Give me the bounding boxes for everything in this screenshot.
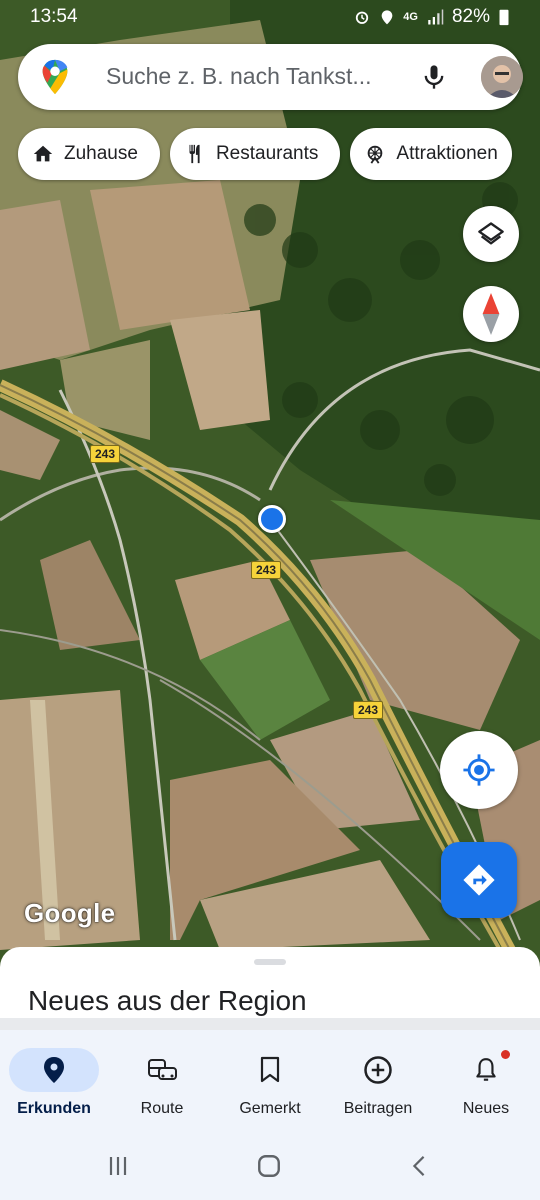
search-placeholder[interactable]: Suche z. B. nach Tankst... [106, 63, 372, 90]
avatar-photo [481, 56, 523, 98]
notification-badge [501, 1050, 510, 1059]
nav-updates-indicator [441, 1048, 531, 1092]
nav-updates-label: Neues [462, 1100, 510, 1117]
account-avatar[interactable] [481, 56, 523, 98]
nav-contribute-label: Beitragen [343, 1100, 413, 1117]
nav-route-label: Route [140, 1100, 184, 1117]
network-type: 4G [403, 11, 418, 23]
road-shield-243: 243 [353, 701, 384, 719]
nav-contribute[interactable]: Beitragen [324, 1048, 432, 1118]
nav-explore-indicator [9, 1048, 99, 1092]
search-bar[interactable]: Suche z. B. nach Tankst... [18, 44, 523, 110]
status-time: 13:54 [30, 6, 78, 27]
commute-icon [148, 1059, 177, 1080]
google-watermark: Google [24, 898, 116, 928]
nav-route[interactable]: Route [108, 1048, 216, 1118]
directions-icon [463, 864, 495, 896]
chip-home[interactable]: Zuhause [18, 128, 160, 180]
chip-restaurants[interactable]: Restaurants [169, 128, 341, 180]
nav-explore[interactable]: Erkunden [0, 1048, 108, 1118]
layers-button[interactable] [463, 206, 519, 262]
attraction-icon [368, 145, 383, 164]
nav-route-indicator [117, 1048, 207, 1092]
restaurant-icon [189, 144, 200, 164]
system-navigation-bar [0, 1130, 540, 1200]
sheet-drag-handle[interactable] [254, 959, 286, 965]
chip-restaurants-label: Restaurants [215, 143, 319, 164]
current-location-dot [258, 505, 286, 533]
road-shield-243: 243 [90, 445, 121, 463]
nav-explore-label: Erkunden [17, 1100, 91, 1117]
battery-icon [499, 9, 509, 26]
chip-home-label: Zuhause [64, 143, 138, 164]
nav-saved[interactable]: Gemerkt [216, 1048, 324, 1118]
layers-icon [478, 222, 504, 245]
my-location-button[interactable] [440, 731, 518, 809]
home-icon [33, 145, 53, 162]
status-icons: 4G 82% [353, 6, 510, 28]
signal-icon [428, 9, 444, 25]
nav-saved-indicator [225, 1048, 315, 1092]
chip-attractions-label: Attraktionen [396, 143, 498, 164]
directions-button[interactable] [441, 842, 517, 918]
battery-percent: 82% [451, 6, 490, 27]
google-maps-logo-icon [42, 59, 68, 95]
home-button-icon[interactable] [256, 1153, 282, 1179]
nav-saved-label: Gemerkt [239, 1100, 301, 1117]
nav-updates[interactable]: Neues [432, 1048, 540, 1118]
microphone-icon[interactable] [420, 62, 448, 92]
category-chips: Zuhause Restaurants Attraktionen [18, 128, 512, 180]
recent-apps-icon[interactable] [106, 1154, 130, 1178]
status-bar: 13:54 4G 82% [0, 0, 540, 36]
location-icon [381, 10, 393, 25]
road-shield-243: 243 [251, 561, 282, 579]
chip-attractions[interactable]: Attraktionen [350, 128, 512, 180]
nav-contribute-indicator [333, 1048, 423, 1092]
sheet-divider [0, 1018, 540, 1030]
bookmark-icon [260, 1056, 280, 1083]
back-icon[interactable] [408, 1154, 430, 1178]
explore-pin-icon [44, 1057, 64, 1083]
bell-icon [476, 1058, 496, 1081]
bottom-navigation: Erkunden Route Gemerkt Beitragen Neues [0, 1030, 540, 1130]
add-circle-icon [364, 1056, 392, 1084]
my-location-icon [463, 754, 495, 786]
compass-icon [482, 293, 500, 335]
sheet-title: Neues aus der Region [28, 985, 307, 1016]
alarm-icon [356, 11, 369, 24]
compass-button[interactable] [463, 286, 519, 342]
